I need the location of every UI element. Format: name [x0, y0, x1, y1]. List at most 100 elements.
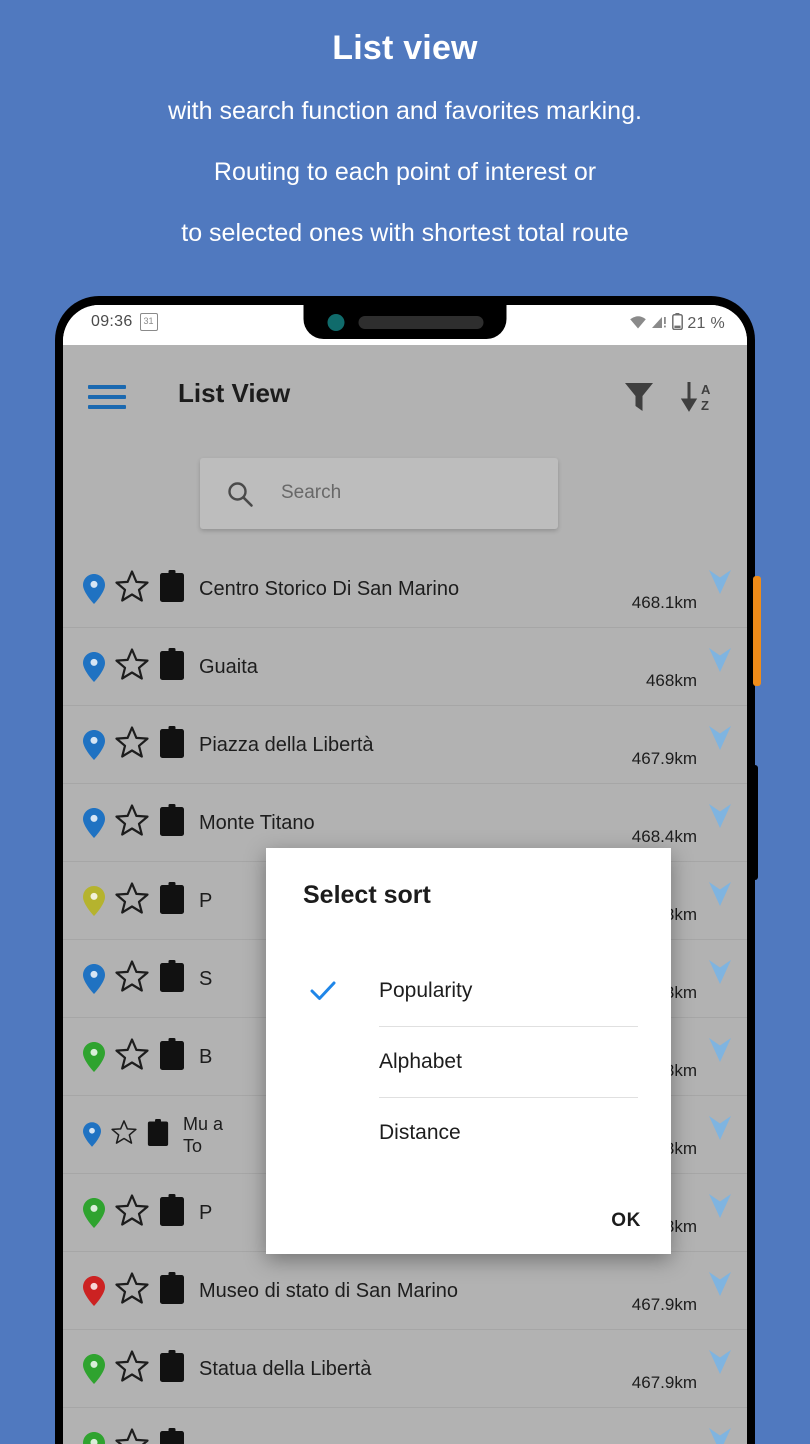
favorite-star-icon[interactable]: [115, 881, 149, 920]
sort-az-icon[interactable]: A Z: [680, 379, 719, 420]
clipboard-icon[interactable]: [159, 804, 185, 841]
list-item[interactable]: Museo di stato di San Marino 467.9km: [63, 1252, 747, 1330]
list-item-title: Guaita: [199, 655, 258, 678]
sort-option-alphabet[interactable]: Alphabet: [266, 1027, 671, 1097]
favorite-star-icon: [115, 726, 149, 758]
navigate-arrow-icon: [709, 804, 731, 828]
favorite-star-icon[interactable]: [115, 1427, 149, 1444]
sort-option-label: Popularity: [379, 979, 473, 1002]
clipboard-icon: [160, 882, 184, 914]
sort-option-distance[interactable]: Distance: [266, 1098, 671, 1168]
navigate-arrow-icon[interactable]: [707, 1270, 733, 1305]
navigate-arrow-icon[interactable]: [707, 880, 733, 915]
clipboard-icon[interactable]: [159, 648, 185, 685]
list-item-title: Piazza della Libertà: [199, 733, 374, 756]
map-pin-icon: [83, 1041, 105, 1072]
select-sort-dialog: Select sort Popularity Alphabet Distance O…: [266, 848, 671, 1254]
filter-funnel-icon[interactable]: [624, 381, 654, 418]
check-icon: [266, 980, 379, 1002]
list-item[interactable]: [63, 1408, 747, 1444]
clipboard-icon: [160, 1038, 184, 1070]
clipboard-icon[interactable]: [159, 1038, 185, 1075]
navigate-arrow-icon[interactable]: [707, 1114, 733, 1149]
sort-option-label: Distance: [379, 1121, 461, 1144]
navigate-arrow-icon: [709, 570, 731, 594]
navigate-arrow-icon[interactable]: [707, 802, 733, 837]
favorite-star-icon[interactable]: [111, 1119, 137, 1150]
favorite-star-icon[interactable]: [115, 803, 149, 842]
map-pin-icon: [83, 963, 105, 994]
clipboard-icon[interactable]: [147, 1118, 169, 1151]
favorite-star-icon[interactable]: [115, 959, 149, 998]
navigate-arrow-icon: [709, 1428, 731, 1444]
promo-header: List view with search function and favor…: [0, 0, 810, 295]
map-pin-icon: [83, 807, 105, 838]
navigate-arrow-icon: [709, 1272, 731, 1296]
clipboard-icon[interactable]: [159, 726, 185, 763]
clipboard-icon[interactable]: [159, 1194, 185, 1231]
dialog-title: Select sort: [303, 881, 431, 909]
map-pin-icon: [83, 1197, 105, 1228]
navigate-arrow-icon[interactable]: [707, 724, 733, 759]
navigate-arrow-icon: [709, 1116, 731, 1140]
list-item-title: Centro Storico Di San Marino: [199, 577, 460, 600]
favorite-star-icon[interactable]: [115, 1037, 149, 1076]
favorite-star-icon[interactable]: [115, 1193, 149, 1232]
map-pin-icon: [83, 1353, 105, 1384]
battery-percentage: 21 %: [687, 315, 725, 332]
volume-button[interactable]: [753, 576, 761, 686]
clipboard-icon: [160, 1194, 184, 1226]
navigate-arrow-icon[interactable]: [707, 646, 733, 681]
power-button[interactable]: [751, 765, 758, 880]
ok-button[interactable]: OK: [611, 1210, 641, 1232]
favorite-star-icon[interactable]: [115, 1271, 149, 1310]
navigate-arrow-icon: [709, 882, 731, 906]
dialog-options-list[interactable]: Popularity Alphabet Distance: [266, 956, 671, 1168]
favorite-star-icon: [115, 882, 149, 914]
clipboard-icon[interactable]: [159, 1350, 185, 1387]
hamburger-menu-icon[interactable]: [88, 385, 126, 409]
navigate-arrow-icon[interactable]: [707, 958, 733, 993]
status-bar-left: 09:36 31: [91, 313, 158, 331]
app-toolbar: List View A Z: [63, 345, 747, 448]
promo-line-1: with search function and favorites marki…: [168, 97, 642, 125]
sort-option-popularity[interactable]: Popularity: [266, 956, 671, 1026]
calendar-icon: 31: [139, 313, 158, 331]
favorite-star-icon[interactable]: [115, 647, 149, 686]
search-input[interactable]: Search: [200, 458, 558, 529]
navigate-arrow-icon[interactable]: [707, 1348, 733, 1383]
favorite-star-icon[interactable]: [115, 1349, 149, 1388]
clipboard-icon[interactable]: [159, 1272, 185, 1309]
earpiece-speaker: [358, 316, 484, 329]
map-pin-icon: [83, 651, 105, 682]
navigate-arrow-icon[interactable]: [707, 1426, 733, 1444]
list-item[interactable]: Guaita 468km: [63, 628, 747, 706]
list-item[interactable]: Centro Storico Di San Marino 468.1km: [63, 550, 747, 628]
favorite-star-icon[interactable]: [115, 725, 149, 764]
map-pin-icon: [83, 651, 105, 682]
map-pin-icon: [83, 729, 105, 760]
navigate-arrow-icon: [709, 960, 731, 984]
clipboard-icon[interactable]: [159, 570, 185, 607]
map-pin-icon: [83, 1431, 105, 1444]
navigate-arrow-icon[interactable]: [707, 1192, 733, 1227]
list-item[interactable]: Statua della Libertà 467.9km: [63, 1330, 747, 1408]
svg-text:Z: Z: [701, 398, 709, 413]
navigate-arrow-icon: [709, 1350, 731, 1374]
clipboard-icon[interactable]: [159, 960, 185, 997]
cellular-signal-icon: [651, 314, 668, 335]
favorite-star-icon[interactable]: [115, 569, 149, 608]
clipboard-icon[interactable]: [159, 1428, 185, 1444]
navigate-arrow-icon[interactable]: [707, 568, 733, 603]
map-pin-icon: [83, 1041, 105, 1072]
map-pin-icon: [83, 1275, 105, 1306]
list-item-distance: 468.4km: [631, 827, 697, 846]
list-item[interactable]: Piazza della Libertà 467.9km: [63, 706, 747, 784]
clipboard-icon[interactable]: [159, 882, 185, 919]
navigate-arrow-icon[interactable]: [707, 1036, 733, 1071]
map-pin-icon: [83, 885, 105, 916]
map-pin-icon: [83, 1431, 105, 1444]
clipboard-icon: [160, 1428, 184, 1444]
list-item-distance: 468.1km: [631, 593, 697, 612]
search-area: Search: [63, 448, 747, 550]
